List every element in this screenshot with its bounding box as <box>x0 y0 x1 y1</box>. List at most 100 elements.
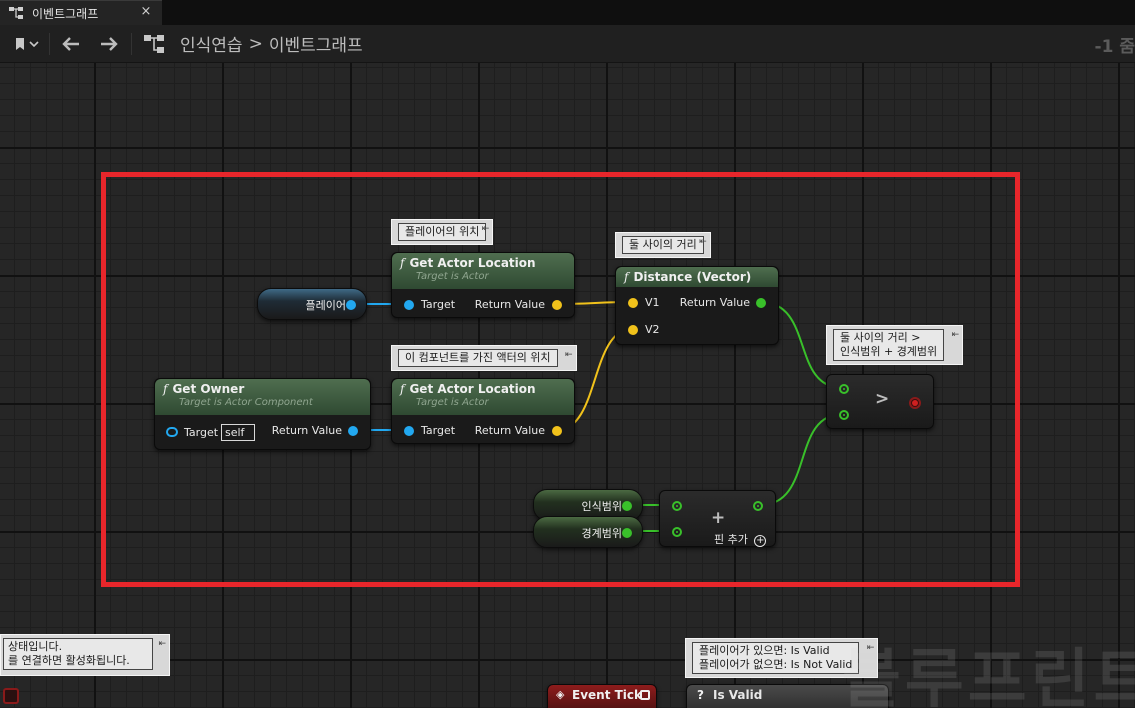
output-pin[interactable] <box>622 528 632 538</box>
zoom-level: -1 줌 <box>1094 37 1135 57</box>
pin-icon: ⇤ <box>158 639 166 649</box>
toolbar-divider <box>49 33 50 55</box>
node-get-actor-location-owner[interactable]: f Get Actor Location Target is Actor Targ… <box>391 378 575 444</box>
tab-event-graph[interactable]: 이벤트그래프 × <box>0 0 162 25</box>
node-add[interactable]: + 핀 추가 + <box>659 490 776 547</box>
return-value-pin[interactable] <box>552 300 562 310</box>
pin-label: Return Value <box>271 424 342 437</box>
node-header: f Distance (Vector) <box>616 267 778 287</box>
pin-label: Return Value <box>474 298 545 311</box>
node-subtitle: Target is Actor <box>416 271 489 282</box>
comment-line: 를 연결하면 활성화됩니다. <box>8 654 130 667</box>
node-title: Event Tick <box>572 688 643 702</box>
variable-node-player[interactable]: 플레이어 <box>257 288 367 320</box>
graph-icon <box>9 7 23 19</box>
pin-icon: ⇤ <box>481 224 490 234</box>
comment-compare[interactable]: 둘 사이의 거리 > 인식범위 + 경계범위 ⇤ <box>826 325 964 365</box>
node-get-actor-location-player[interactable]: f Get Actor Location Target is Actor Targ… <box>391 252 575 318</box>
node-header: f Get Owner Target is Actor Component <box>155 379 370 415</box>
tab-label: 이벤트그래프 <box>32 7 99 21</box>
node-title: f Distance (Vector) <box>624 270 752 284</box>
node-greater-than[interactable]: > <box>826 374 934 429</box>
bookmark-icon <box>16 38 39 50</box>
arrow-left-icon <box>62 37 79 51</box>
comment-text: 둘 사이의 거리 > 인식범위 + 경계범위 <box>833 329 945 361</box>
pin-label: Return Value <box>679 296 750 309</box>
node-title: f Get Owner <box>163 382 245 396</box>
function-icon: f <box>400 256 405 270</box>
operator-label: > <box>875 389 890 409</box>
breadcrumb-separator: > <box>248 33 263 54</box>
output-pin[interactable] <box>622 501 632 511</box>
comment-text: 둘 사이의 거리 <box>622 236 704 254</box>
v2-pin[interactable] <box>628 325 638 335</box>
plus-circle-icon: + <box>754 535 767 547</box>
pin-label: Target <box>184 426 219 439</box>
target-pin[interactable] <box>404 300 414 310</box>
comment-player-location[interactable]: 플레이어의 위치 ⇤ <box>391 219 494 245</box>
node-title: Is Valid <box>713 688 763 702</box>
arrow-right-icon <box>101 37 118 51</box>
input-pin-a[interactable] <box>839 384 849 394</box>
v1-pin[interactable] <box>628 298 638 308</box>
close-icon[interactable]: × <box>139 4 153 19</box>
graph-icon <box>141 31 167 57</box>
node-title: f Get Actor Location <box>400 256 536 270</box>
add-pin-button[interactable]: 핀 추가 + <box>714 531 767 547</box>
node-event-tick[interactable]: ◈ Event Tick <box>547 684 657 708</box>
variable-label: 경계범위 <box>581 527 622 540</box>
pin-label: Target <box>421 298 456 311</box>
comment-distance[interactable]: 둘 사이의 거리 ⇤ <box>615 232 711 258</box>
pin-icon: ⇤ <box>699 237 707 247</box>
node-distance-vector[interactable]: f Distance (Vector) V1 V2 Return Value <box>615 266 779 345</box>
add-pin-label: 핀 추가 <box>714 533 748 546</box>
forward-button[interactable] <box>96 31 122 57</box>
breadcrumb-current: 이벤트그래프 <box>268 36 363 56</box>
function-icon: f <box>624 270 629 284</box>
return-value-pin[interactable] <box>552 426 562 436</box>
exec-output-pin[interactable] <box>640 690 650 700</box>
comment-owner-location[interactable]: 이 컴포넌트를 가진 액터의 위치 ⇤ <box>391 345 577 371</box>
watermark: 블루프린트 <box>842 643 1135 708</box>
function-icon: f <box>400 382 405 396</box>
function-icon: f <box>163 382 168 396</box>
breadcrumb: 인식연습 > 이벤트그래프 <box>180 31 363 57</box>
node-subtitle: Target is Actor <box>416 397 489 408</box>
node-header: f Get Actor Location Target is Actor <box>392 379 574 415</box>
node-get-owner[interactable]: f Get Owner Target is Actor Component Tar… <box>154 378 371 450</box>
pin-label: V1 <box>645 296 660 309</box>
input-pin-b[interactable] <box>672 527 682 537</box>
variable-label: 인식범위 <box>581 500 622 513</box>
input-pin-b[interactable] <box>839 410 849 420</box>
tab-bar: 이벤트그래프 × <box>0 0 1135 25</box>
node-subtitle: Target is Actor Component <box>179 397 313 408</box>
pin-label: Target <box>421 424 456 437</box>
pin-label: V2 <box>645 323 660 336</box>
target-pin[interactable] <box>166 427 178 437</box>
comment-inactive-state[interactable]: 상태입니다. 를 연결하면 활성화됩니다. ⇤ <box>0 634 170 676</box>
self-value-field[interactable]: self <box>221 424 255 441</box>
node-header: f Get Actor Location Target is Actor <box>392 253 574 289</box>
bookmark-menu-button[interactable] <box>8 31 44 57</box>
input-pin-a[interactable] <box>672 501 682 511</box>
breadcrumb-root[interactable]: 인식연습 <box>180 31 243 56</box>
event-icon: ◈ <box>556 688 565 701</box>
question-icon: ? <box>697 688 704 702</box>
pin-label: Return Value <box>474 424 545 437</box>
pin-icon: ⇤ <box>951 330 960 340</box>
operator-label: + <box>711 508 726 528</box>
comment-line: 상태입니다. <box>8 640 63 653</box>
boolean-output-dot <box>912 400 918 406</box>
comment-text: 플레이어가 있으면: Is Valid 플레이어가 없으면: Is Not Va… <box>692 642 860 674</box>
return-value-pin[interactable] <box>756 298 766 308</box>
output-pin[interactable] <box>346 300 356 310</box>
comment-text: 이 컴포넌트를 가진 액터의 위치 <box>398 349 558 367</box>
comment-text: 플레이어의 위치 <box>398 223 487 241</box>
node-title: f Get Actor Location <box>400 382 536 396</box>
variable-node-alert-range[interactable]: 경계범위 <box>533 516 643 548</box>
exec-pin-stub[interactable] <box>3 688 19 704</box>
return-value-pin[interactable] <box>348 426 358 436</box>
back-button[interactable] <box>58 31 84 57</box>
target-pin[interactable] <box>404 426 414 436</box>
output-pin[interactable] <box>753 501 763 511</box>
